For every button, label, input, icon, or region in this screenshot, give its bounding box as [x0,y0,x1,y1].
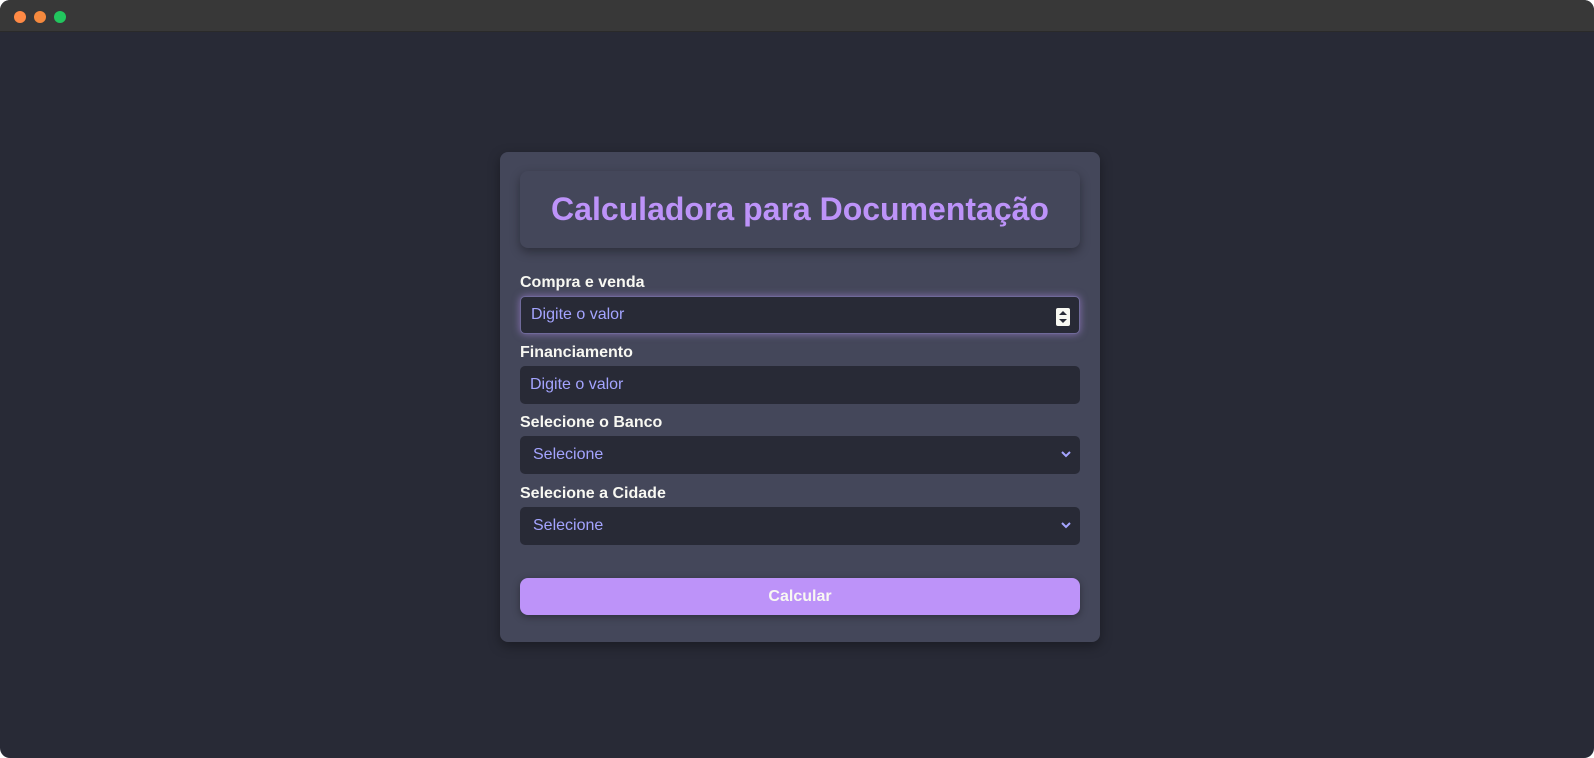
financiamento-placeholder: Digite o valor [530,376,624,393]
banco-label: Selecione o Banco [520,414,663,431]
app-window: Calculadora para Documentação Compra e v… [0,0,1594,758]
title-panel: Calculadora para Documentação [520,171,1080,248]
compra-venda-label: Compra e venda [520,274,645,291]
compra-venda-placeholder: Digite o valor [531,306,625,323]
calcular-button[interactable]: Calcular [520,578,1080,615]
minimize-window-button[interactable] [34,11,46,23]
calculator-card: Calculadora para Documentação Compra e v… [500,152,1100,642]
title-bar [0,0,1594,32]
cidade-label: Selecione a Cidade [520,485,666,502]
chevron-down-icon [1061,522,1071,529]
chevron-down-icon [1061,451,1071,458]
banco-select[interactable]: Selecione [520,436,1080,474]
compra-venda-input[interactable]: Digite o valor [520,296,1080,334]
increment-arrow-icon[interactable] [1059,311,1067,315]
decrement-arrow-icon[interactable] [1059,319,1067,323]
page-title: Calculadora para Documentação [551,191,1049,227]
maximize-window-button[interactable] [54,11,66,23]
financiamento-label: Financiamento [520,344,633,361]
banco-selected-value: Selecione [533,446,604,463]
close-window-button[interactable] [14,11,26,23]
financiamento-input[interactable]: Digite o valor [520,366,1080,404]
cidade-select[interactable]: Selecione [520,507,1080,545]
number-stepper[interactable] [1056,308,1070,326]
cidade-selected-value: Selecione [533,517,604,534]
